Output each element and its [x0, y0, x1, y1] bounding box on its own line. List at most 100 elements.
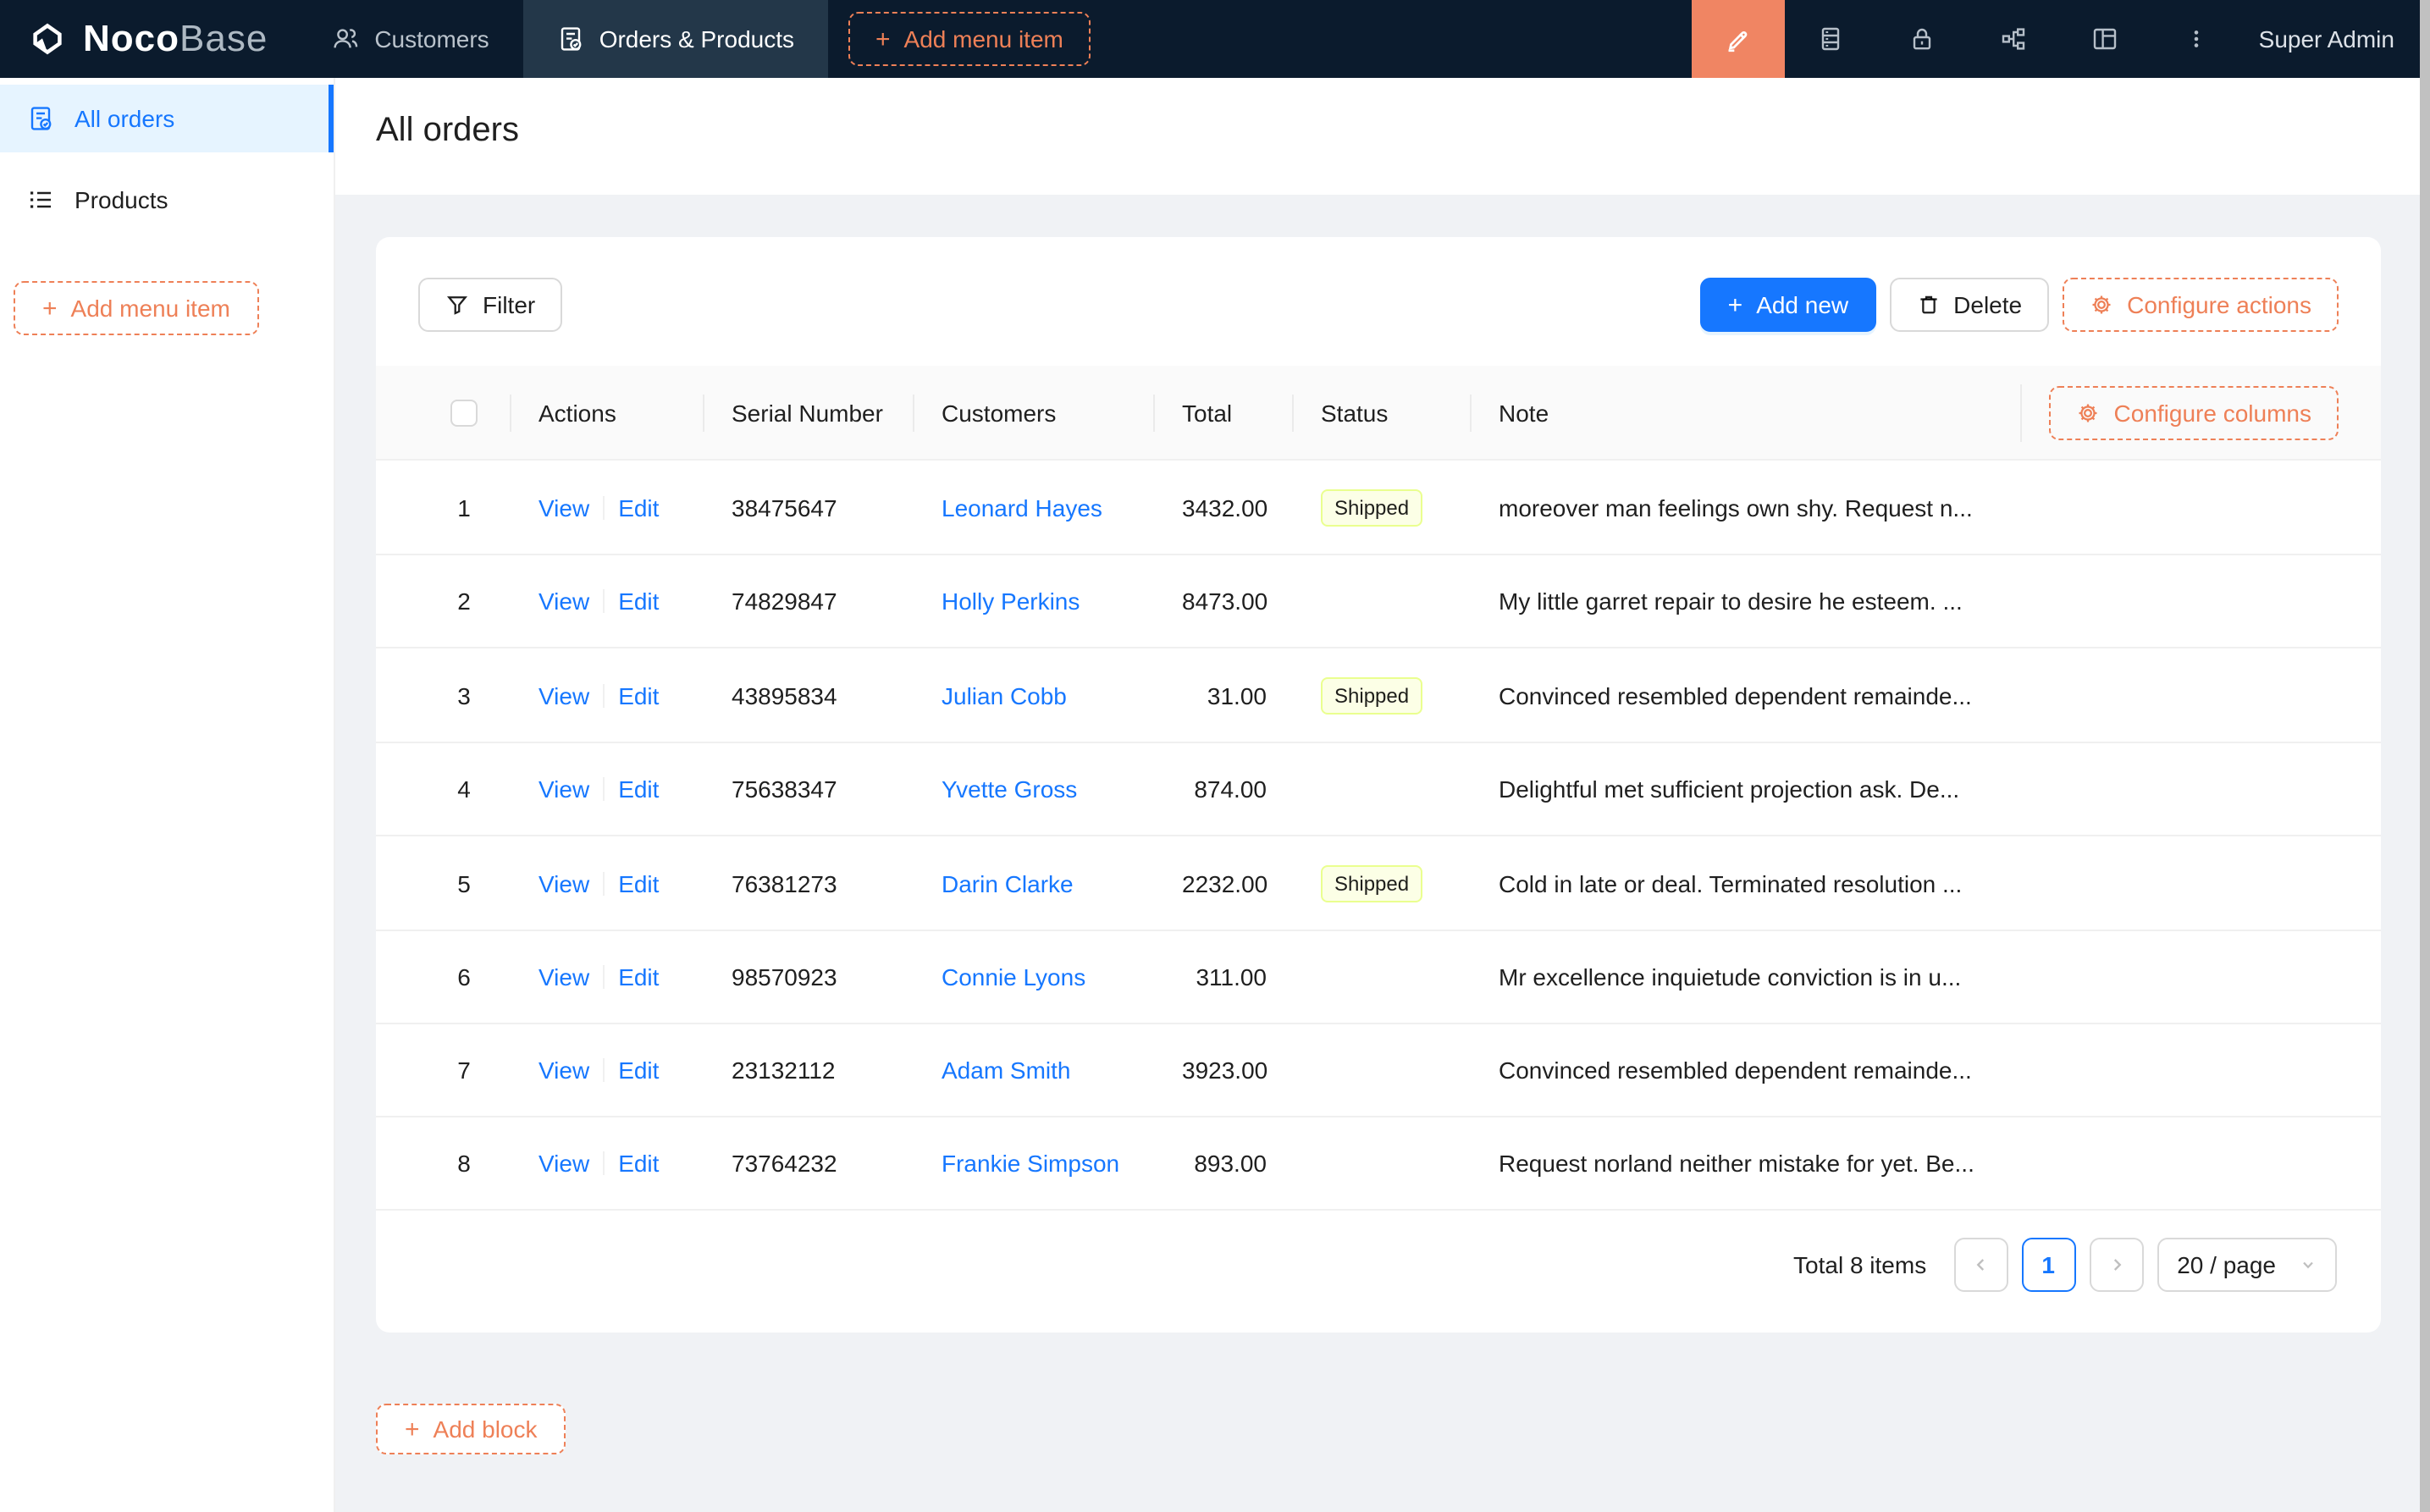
ui-editor-button[interactable] [1692, 0, 1785, 78]
customer-link[interactable]: Darin Clarke [942, 870, 1074, 897]
database-icon [1817, 25, 1844, 52]
view-link[interactable]: View [538, 588, 589, 615]
view-link[interactable]: View [538, 870, 589, 897]
column-header-customers: Customers [914, 366, 1155, 461]
nav-add-menu-item-button[interactable]: + Add menu item [848, 12, 1091, 66]
header-config-area: Configure columns [2021, 384, 2339, 441]
row-index: 3 [376, 648, 511, 743]
column-header-actions: Actions [511, 366, 704, 461]
layout-button[interactable] [2059, 0, 2151, 78]
edit-link[interactable]: Edit [618, 588, 659, 615]
nocobase-logo-icon [27, 19, 68, 59]
page-1-button[interactable]: 1 [2021, 1239, 2075, 1293]
customer-cell: Connie Lyons [914, 931, 1155, 1024]
row-actions: View Edit [511, 1024, 704, 1117]
lock-icon [1908, 25, 1936, 52]
row-index: 1 [376, 461, 511, 555]
row-actions: View Edit [511, 1117, 704, 1211]
row-index: 6 [376, 931, 511, 1024]
select-all-checkbox[interactable] [450, 400, 478, 428]
sidebar-item-products[interactable]: Products [0, 166, 334, 234]
table-row: 1ViewEdit38475647Leonard Hayes3432.00Shi… [376, 461, 2381, 555]
sidebar: All orders Products + Add menu item [0, 78, 335, 1512]
sidebar-item-all-orders[interactable]: All orders [0, 85, 334, 152]
acl-button[interactable] [1876, 0, 1968, 78]
customer-link[interactable]: Frankie Simpson [942, 1151, 1119, 1178]
view-link[interactable]: View [538, 682, 589, 709]
sidebar-add-menu-item-button[interactable]: + Add menu item [14, 281, 259, 335]
plus-icon: + [405, 1417, 420, 1443]
edit-link[interactable]: Edit [618, 870, 659, 897]
view-link[interactable]: View [538, 494, 589, 521]
serial-number-cell: 76381273 [704, 836, 914, 931]
pagination-total: Total 8 items [1793, 1252, 1926, 1279]
edit-link[interactable]: Edit [618, 682, 659, 709]
nav-item-customers[interactable]: Customers [298, 0, 522, 78]
table-row: 8ViewEdit73764232Frankie Simpson893.00Re… [376, 1117, 2381, 1211]
view-link[interactable]: View [538, 1151, 589, 1178]
configure-actions-button[interactable]: Configure actions [2063, 278, 2339, 332]
customer-cell: Darin Clarke [914, 836, 1155, 931]
customer-link[interactable]: Holly Perkins [942, 588, 1080, 615]
collections-button[interactable] [1785, 0, 1876, 78]
note-cell: Convinced resembled dependent remainde..… [1472, 1024, 2381, 1117]
customer-link[interactable]: Adam Smith [942, 1057, 1071, 1084]
next-page-button[interactable] [2089, 1239, 2143, 1293]
orders-table: ActionsSerial NumberCustomersTotalStatus… [376, 366, 2381, 1211]
status-cell [1294, 1024, 1472, 1117]
logo[interactable]: NocoBase [0, 0, 298, 78]
header-divider [2021, 384, 2023, 441]
configure-columns-button[interactable]: Configure columns [2050, 385, 2339, 439]
view-link[interactable]: View [538, 1057, 589, 1084]
add-new-button[interactable]: + Add new [1701, 278, 1876, 332]
top-navbar: NocoBase Customers Orders & Products + A… [0, 0, 2430, 78]
plus-icon: + [875, 26, 891, 52]
serial-number-cell: 75638347 [704, 743, 914, 836]
total-cell: 2232.00 [1155, 836, 1294, 931]
note-cell: Mr excellence inquietude conviction is i… [1472, 931, 2381, 1024]
plus-icon: + [42, 295, 58, 321]
edit-link[interactable]: Edit [618, 776, 659, 803]
customer-link[interactable]: Julian Cobb [942, 682, 1067, 709]
view-link[interactable]: View [538, 776, 589, 803]
app-window: NocoBase Customers Orders & Products + A… [0, 0, 2430, 1512]
status-cell: Shipped [1294, 648, 1472, 743]
row-actions: View Edit [511, 648, 704, 743]
add-block-button[interactable]: + Add block [376, 1404, 566, 1455]
user-menu[interactable]: Super Admin [2242, 0, 2430, 78]
table-row: 4ViewEdit75638347Yvette Gross874.00Delig… [376, 743, 2381, 836]
edit-link[interactable]: Edit [618, 494, 659, 521]
customer-link[interactable]: Yvette Gross [942, 776, 1077, 803]
note-cell: Cold in late or deal. Terminated resolut… [1472, 836, 2381, 931]
serial-number-cell: 73764232 [704, 1117, 914, 1211]
customer-link[interactable]: Connie Lyons [942, 964, 1085, 991]
edit-link[interactable]: Edit [618, 1151, 659, 1178]
action-divider [603, 966, 605, 990]
customer-cell: Frankie Simpson [914, 1117, 1155, 1211]
delete-button[interactable]: Delete [1889, 278, 2049, 332]
file-check-icon [557, 25, 584, 52]
status-cell [1294, 743, 1472, 836]
customer-link[interactable]: Leonard Hayes [942, 494, 1102, 521]
total-cell: 874.00 [1155, 743, 1294, 836]
nav-item-orders-products[interactable]: Orders & Products [523, 0, 828, 78]
page-size-select[interactable]: 20 / page [2157, 1239, 2337, 1293]
status-cell: Shipped [1294, 461, 1472, 555]
workflow-button[interactable] [1968, 0, 2059, 78]
status-tag: Shipped [1321, 678, 1422, 715]
navbar-right: Super Admin [1692, 0, 2430, 78]
sidebar-item-label: All orders [75, 105, 174, 132]
total-cell: 3923.00 [1155, 1024, 1294, 1117]
total-cell: 8473.00 [1155, 555, 1294, 648]
filter-button[interactable]: Filter [418, 278, 562, 332]
prev-page-button[interactable] [1953, 1239, 2008, 1293]
page-scrollbar[interactable] [2420, 0, 2430, 1512]
table-row: 2ViewEdit74829847Holly Perkins8473.00My … [376, 555, 2381, 648]
view-link[interactable]: View [538, 964, 589, 991]
main-content: All orders Filter + Add new [335, 78, 2420, 1512]
more-button[interactable] [2151, 0, 2242, 78]
edit-link[interactable]: Edit [618, 964, 659, 991]
status-cell: Shipped [1294, 836, 1472, 931]
action-divider [603, 590, 605, 614]
edit-link[interactable]: Edit [618, 1057, 659, 1084]
